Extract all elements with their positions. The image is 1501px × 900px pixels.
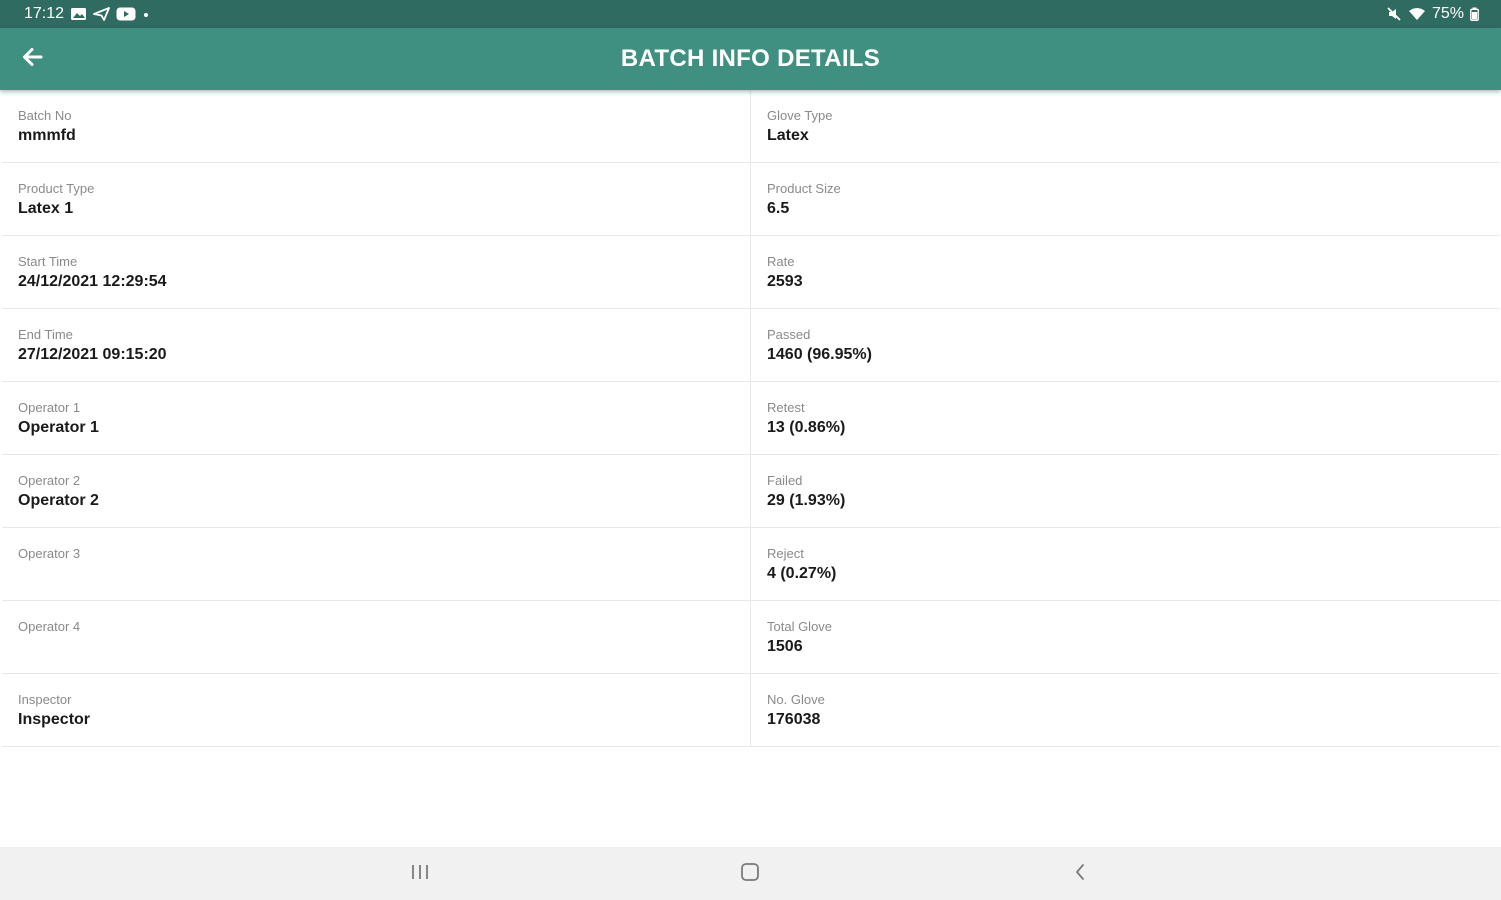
status-right: 75%	[1386, 5, 1479, 23]
field-rate: Rate 2593	[751, 236, 1500, 309]
field-value: 1460 (96.95%)	[767, 346, 872, 363]
field-label: Batch No	[18, 108, 72, 123]
field-label: Inspector	[18, 692, 72, 707]
field-label: Reject	[767, 546, 804, 561]
batch-details-grid: Batch No mmmfd Glove Type Latex Product …	[2, 90, 1500, 747]
field-label: Start Time	[18, 254, 78, 269]
field-value: 6.5	[767, 200, 790, 217]
battery-icon	[1470, 7, 1479, 21]
page-title: BATCH INFO DETAILS	[620, 45, 881, 72]
field-no-glove: No. Glove 176038	[751, 674, 1500, 747]
field-label: Retest	[767, 400, 805, 415]
field-label: Passed	[767, 327, 811, 342]
field-value: 1506	[767, 638, 803, 655]
field-label: Operator 2	[18, 473, 81, 488]
status-left: 17:12	[24, 5, 150, 23]
field-label: Total Glove	[767, 619, 833, 634]
field-label: End Time	[18, 327, 73, 342]
status-time: 17:12	[24, 5, 65, 22]
nav-back-icon	[1073, 862, 1087, 887]
field-value: 176038	[767, 711, 821, 728]
field-start-time: Start Time 24/12/2021 12:29:54	[2, 236, 751, 309]
system-nav-bar	[0, 847, 1501, 900]
field-label: Product Type	[18, 181, 95, 196]
field-label: Operator 3	[18, 546, 81, 561]
field-product-size: Product Size 6.5	[751, 163, 1500, 236]
field-label: Glove Type	[767, 108, 833, 123]
home-button[interactable]	[730, 857, 770, 891]
field-inspector: Inspector Inspector	[2, 674, 751, 747]
youtube-icon	[116, 7, 136, 21]
field-label: Rate	[767, 254, 795, 269]
field-label: No. Glove	[767, 692, 825, 707]
field-operator-2: Operator 2 Operator 2	[2, 455, 751, 528]
field-value: Operator 1	[18, 419, 99, 436]
field-operator-3: Operator 3	[2, 528, 751, 601]
field-retest: Retest 13 (0.86%)	[751, 382, 1500, 455]
field-label: Product Size	[767, 181, 841, 196]
field-operator-1: Operator 1 Operator 1	[2, 382, 751, 455]
field-passed: Passed 1460 (96.95%)	[751, 309, 1500, 382]
notification-dot-icon	[142, 7, 150, 21]
field-reject: Reject 4 (0.27%)	[751, 528, 1500, 601]
field-value: mmmfd	[18, 127, 76, 144]
field-label: Failed	[767, 473, 803, 488]
field-value: 29 (1.93%)	[767, 492, 846, 509]
battery-percent: 75%	[1431, 5, 1464, 22]
status-bar: 17:12 75%	[0, 0, 1501, 28]
field-batch-no: Batch No mmmfd	[2, 90, 751, 163]
field-label: Operator 1	[18, 400, 81, 415]
recents-icon	[410, 863, 430, 886]
field-value: 4 (0.27%)	[767, 565, 837, 582]
app-bar: BATCH INFO DETAILS	[0, 28, 1501, 90]
gallery-icon	[70, 7, 87, 21]
field-glove-type: Glove Type Latex	[751, 90, 1500, 163]
recents-button[interactable]	[400, 857, 440, 891]
field-value: Operator 2	[18, 492, 99, 509]
mute-icon	[1386, 7, 1402, 21]
field-value: 2593	[767, 273, 803, 290]
field-product-type: Product Type Latex 1	[2, 163, 751, 236]
field-label: Operator 4	[18, 619, 81, 634]
home-icon	[740, 862, 760, 887]
field-value: Latex	[767, 127, 809, 144]
wifi-icon	[1408, 7, 1426, 21]
field-value: 13 (0.86%)	[767, 419, 846, 436]
nav-back-button[interactable]	[1060, 857, 1100, 891]
field-total-glove: Total Glove 1506	[751, 601, 1500, 674]
send-icon	[93, 7, 110, 21]
field-failed: Failed 29 (1.93%)	[751, 455, 1500, 528]
field-end-time: End Time 27/12/2021 09:15:20	[2, 309, 751, 382]
field-value: 27/12/2021 09:15:20	[18, 346, 167, 363]
field-value: Latex 1	[18, 200, 74, 217]
field-value: 24/12/2021 12:29:54	[18, 273, 167, 290]
field-operator-4: Operator 4	[2, 601, 751, 674]
field-value: Inspector	[18, 711, 91, 728]
